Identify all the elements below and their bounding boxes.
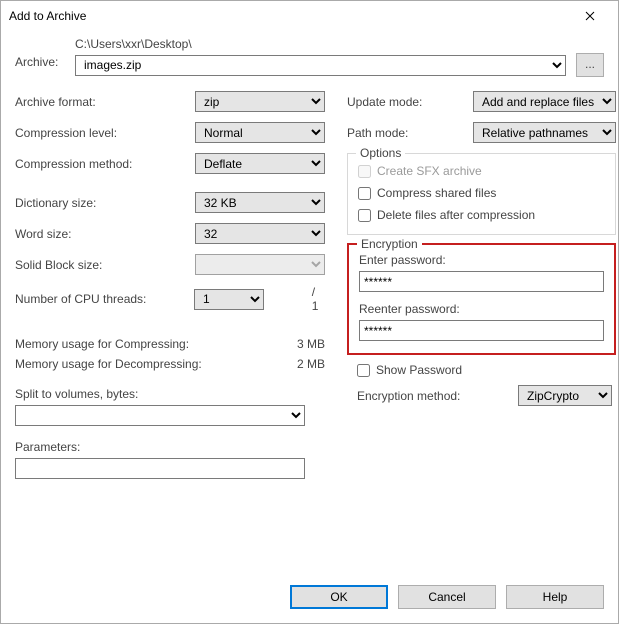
parameters-input[interactable]: [15, 458, 305, 479]
encryption-method-label: Encryption method:: [357, 389, 518, 403]
solid-block-size-label: Solid Block size:: [15, 258, 195, 272]
cpu-threads-label: Number of CPU threads:: [15, 292, 194, 306]
path-mode-select[interactable]: Relative pathnames: [473, 122, 616, 143]
split-volumes-select[interactable]: [15, 405, 305, 426]
parameters-label: Parameters:: [15, 440, 325, 454]
sfx-checkbox: [358, 165, 371, 178]
ok-button[interactable]: OK: [290, 585, 388, 609]
browse-button[interactable]: ...: [576, 53, 604, 77]
archive-path: C:\Users\xxr\Desktop\: [75, 37, 604, 51]
delete-after-label: Delete files after compression: [377, 208, 535, 222]
solid-block-size-select: [195, 254, 325, 275]
options-group: Options Create SFX archive Compress shar…: [347, 153, 616, 235]
reenter-password-input[interactable]: [359, 320, 604, 341]
word-size-select[interactable]: 32: [195, 223, 325, 244]
update-mode-label: Update mode:: [347, 95, 473, 109]
add-to-archive-dialog: Add to Archive Archive: C:\Users\xxr\Des…: [0, 0, 619, 624]
close-button[interactable]: [570, 1, 610, 31]
show-password-checkbox[interactable]: [357, 364, 370, 377]
cpu-threads-total: / 1: [312, 285, 325, 313]
encryption-method-select[interactable]: ZipCrypto: [518, 385, 612, 406]
cpu-threads-select[interactable]: 1: [194, 289, 264, 310]
mem-decompress-value: 2 MB: [265, 357, 325, 371]
delete-after-checkbox[interactable]: [358, 209, 371, 222]
dictionary-size-label: Dictionary size:: [15, 196, 195, 210]
path-mode-label: Path mode:: [347, 126, 473, 140]
archive-label: Archive:: [15, 37, 75, 69]
encryption-legend: Encryption: [357, 237, 422, 251]
compress-shared-checkbox[interactable]: [358, 187, 371, 200]
archive-filename-select[interactable]: images.zip: [75, 55, 566, 76]
enter-password-input[interactable]: [359, 271, 604, 292]
split-volumes-label: Split to volumes, bytes:: [15, 387, 325, 401]
enter-password-label: Enter password:: [359, 253, 604, 267]
titlebar: Add to Archive: [1, 1, 618, 31]
reenter-password-label: Reenter password:: [359, 302, 604, 316]
archive-format-select[interactable]: zip: [195, 91, 325, 112]
compression-method-label: Compression method:: [15, 157, 195, 171]
mem-decompress-label: Memory usage for Decompressing:: [15, 357, 265, 371]
close-icon: [585, 11, 595, 21]
update-mode-select[interactable]: Add and replace files: [473, 91, 616, 112]
archive-format-label: Archive format:: [15, 95, 195, 109]
encryption-group: Encryption Enter password: Reenter passw…: [347, 243, 616, 355]
options-legend: Options: [356, 146, 405, 160]
sfx-label: Create SFX archive: [377, 164, 482, 178]
mem-compress-label: Memory usage for Compressing:: [15, 337, 265, 351]
compression-method-select[interactable]: Deflate: [195, 153, 325, 174]
cancel-button[interactable]: Cancel: [398, 585, 496, 609]
word-size-label: Word size:: [15, 227, 195, 241]
mem-compress-value: 3 MB: [265, 337, 325, 351]
help-button[interactable]: Help: [506, 585, 604, 609]
dictionary-size-select[interactable]: 32 KB: [195, 192, 325, 213]
compression-level-select[interactable]: Normal: [195, 122, 325, 143]
window-title: Add to Archive: [9, 9, 570, 23]
show-password-label: Show Password: [376, 363, 462, 377]
compress-shared-label: Compress shared files: [377, 186, 496, 200]
compression-level-label: Compression level:: [15, 126, 195, 140]
